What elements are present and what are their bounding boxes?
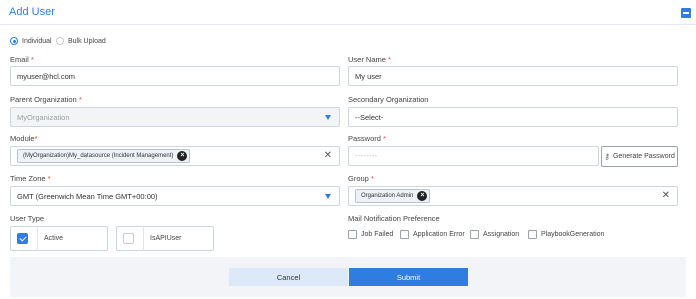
submit-button[interactable]: Submit — [349, 268, 468, 286]
user-type-active[interactable]: Active — [10, 226, 108, 251]
secondary-org-select[interactable]: --Select- — [348, 107, 678, 127]
radio-unselected-icon[interactable] — [56, 37, 64, 45]
email-field[interactable]: myuser@hcl.com — [10, 66, 340, 86]
module-multiselect[interactable]: (MyOrganization)My_datasource (Incident … — [10, 146, 340, 166]
page-title: Add User — [9, 6, 55, 18]
notif-assignation[interactable]: Assignation — [470, 230, 519, 239]
notif-assignation-label: Assignation — [483, 231, 520, 238]
radio-individual-label: Individual — [22, 37, 52, 45]
notif-playbook-generation[interactable]: PlaybookGeneration — [528, 230, 604, 239]
password-field[interactable]: -------- — [348, 146, 599, 166]
generate-password-button[interactable]: ⚷ Generate Password — [601, 146, 678, 167]
parent-org-select[interactable]: MyOrganization — [10, 107, 340, 127]
group-chip: Organization Admin × — [355, 189, 431, 203]
email-label: Email * — [10, 55, 34, 64]
chevron-down-icon[interactable] — [325, 194, 331, 199]
timezone-select[interactable]: GMT (Greenwich Mean Time GMT+00:00) — [10, 186, 340, 206]
checkbox-unchecked-icon[interactable] — [123, 233, 134, 244]
notif-playbook-generation-label: PlaybookGeneration — [541, 231, 605, 238]
clear-icon[interactable]: ✕ — [662, 191, 670, 201]
checkbox-icon[interactable] — [400, 230, 409, 239]
collapse-icon[interactable] — [681, 8, 691, 18]
username-value: My user — [355, 71, 382, 81]
secondary-org-label: Secondary Organization — [348, 95, 429, 104]
radio-bulk-upload[interactable]: Bulk Upload — [56, 37, 106, 45]
group-chip-label: Organization Admin — [361, 193, 414, 199]
timezone-label: Time Zone * — [10, 174, 51, 183]
clear-icon[interactable]: ✕ — [324, 151, 332, 161]
chip-remove-icon[interactable]: × — [417, 191, 428, 201]
notif-job-failed[interactable]: Job Failed — [348, 230, 393, 239]
radio-selected-icon[interactable] — [10, 37, 18, 45]
user-type-isapiuser[interactable]: IsAPIUser — [116, 226, 214, 251]
notif-application-error-label: Application Error — [413, 231, 465, 238]
key-icon: ⚷ — [604, 152, 610, 161]
module-chip: (MyOrganization)My_datasource (Incident … — [17, 149, 191, 163]
password-label: Password * — [348, 134, 386, 143]
user-type-label: User Type — [10, 214, 45, 223]
cancel-button[interactable]: Cancel — [229, 268, 348, 286]
group-multiselect[interactable]: Organization Admin × ✕ — [348, 186, 678, 206]
user-type-active-label: Active — [44, 235, 64, 242]
panel-header: Add User — [0, 0, 696, 25]
generate-password-label: Generate Password — [612, 153, 675, 160]
chevron-down-icon[interactable] — [325, 115, 331, 120]
email-value: myuser@hcl.com — [17, 71, 76, 81]
checkbox-checked-icon[interactable] — [17, 233, 28, 244]
notif-job-failed-label: Job Failed — [361, 231, 394, 238]
username-field[interactable]: My user — [348, 66, 678, 86]
radio-individual[interactable]: Individual — [10, 37, 52, 45]
module-chip-label: (MyOrganization)My_datasource (Incident … — [23, 153, 174, 159]
password-value: -------- — [355, 152, 378, 160]
group-label: Group * — [348, 174, 374, 183]
mail-notification-label: Mail Notification Preference — [348, 214, 440, 223]
secondary-org-value: --Select- — [355, 112, 384, 122]
username-label: User Name * — [348, 55, 391, 64]
checkbox-icon[interactable] — [348, 230, 357, 239]
module-label: Module* — [10, 134, 38, 143]
user-type-isapiuser-label: IsAPIUser — [150, 235, 182, 242]
form-footer — [10, 257, 686, 297]
chip-remove-icon[interactable]: × — [177, 151, 188, 161]
notif-application-error[interactable]: Application Error — [400, 230, 465, 239]
radio-bulk-upload-label: Bulk Upload — [68, 37, 106, 45]
checkbox-icon[interactable] — [470, 230, 479, 239]
checkbox-icon[interactable] — [528, 230, 537, 239]
timezone-value: GMT (Greenwich Mean Time GMT+00:00) — [17, 191, 158, 201]
parent-org-label: Parent Organization * — [10, 95, 82, 104]
parent-org-value: MyOrganization — [17, 112, 70, 122]
